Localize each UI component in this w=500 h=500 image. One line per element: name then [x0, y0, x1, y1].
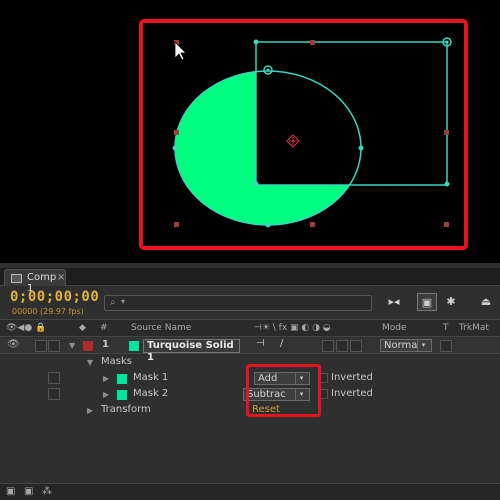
inverted-label: Inverted — [331, 388, 373, 399]
blend-mode-dropdown[interactable]: Norma ▾ — [380, 339, 432, 352]
mask-vertex — [445, 40, 449, 44]
layer-number: 1 — [102, 339, 109, 350]
flowchart-button[interactable]: ▸◂ — [384, 293, 404, 311]
mask-vertex — [265, 222, 271, 228]
blend-mode-value: Norma — [384, 340, 418, 351]
mask-lock-toggle[interactable] — [48, 372, 60, 384]
chevron-down-icon: ▾ — [417, 340, 429, 351]
layer-label-color[interactable] — [83, 341, 93, 351]
mask-color-swatch[interactable] — [117, 374, 127, 384]
layer-handle — [310, 222, 315, 227]
anchor-point-icon — [286, 134, 300, 148]
mask-name[interactable]: Mask 2 — [133, 388, 168, 399]
mask-vertex — [358, 145, 364, 151]
expand-masks-icon[interactable]: ▼ — [87, 358, 93, 367]
transform-row[interactable]: ▶ Transform Reset — [0, 403, 500, 419]
motion-blur-switch[interactable] — [350, 340, 362, 352]
mouse-cursor-icon — [174, 41, 187, 61]
audio-toggle[interactable] — [35, 340, 47, 352]
composition-icon — [11, 274, 22, 283]
search-icon: ⌕ — [110, 297, 116, 308]
current-time-display[interactable]: 0;00;00;00 — [10, 289, 99, 305]
mask-color-swatch[interactable] — [117, 390, 127, 400]
collapse-transform-switch[interactable]: ⊣ — [256, 338, 265, 349]
mask-name[interactable]: Mask 1 — [133, 372, 168, 383]
layer-handle — [444, 130, 449, 135]
layer-source-color — [129, 341, 139, 351]
draft-3d-button[interactable]: ▣ — [417, 293, 437, 311]
timeline-footer: ▣ ▣ ⁂ — [0, 483, 500, 500]
transform-label: Transform — [101, 404, 151, 415]
panel-tab-bar: Comp 1 × — [0, 268, 500, 294]
av-switches-icon: 👁◀● 🔒 — [6, 323, 47, 333]
layer-handle — [174, 222, 179, 227]
solid-layer-shape — [175, 71, 361, 225]
expand-transform-icon[interactable]: ▶ — [87, 406, 93, 415]
transform-reset-link[interactable]: Reset — [252, 404, 280, 415]
mask-vertex — [266, 68, 270, 72]
preserve-transparency-toggle[interactable] — [440, 340, 452, 352]
column-mode[interactable]: Mode — [382, 323, 407, 333]
mask-vertex — [253, 181, 259, 187]
close-icon[interactable]: × — [57, 272, 65, 283]
layer-row[interactable]: 👁 ▼ 1 Turquoise Solid 1 ⊣ / Norma ▾ — [0, 338, 500, 363]
frame-blend-switch[interactable] — [336, 340, 348, 352]
effect-switch[interactable] — [322, 340, 334, 352]
toggle-switches-icon[interactable]: ▣ — [6, 486, 15, 497]
chevron-down-icon[interactable]: ▾ — [121, 297, 125, 306]
frame-rate-label: 00000 (29.97 fps) — [12, 307, 84, 316]
toggle-modes-icon[interactable]: ▣ — [24, 486, 33, 497]
mask-vertex — [253, 39, 259, 45]
column-hash: # — [100, 323, 108, 333]
composition-viewer[interactable] — [0, 0, 500, 263]
mask-lock-toggle[interactable] — [48, 388, 60, 400]
column-t: T — [443, 323, 449, 333]
column-source-name[interactable]: Source Name — [131, 323, 191, 333]
expand-mask-icon[interactable]: ▶ — [103, 374, 109, 383]
timeline-column-headers: 👁◀● 🔒 ◆ # Source Name ⊣☀ \ fx ▣ ◐ ◑ ◒ Mo… — [0, 319, 500, 337]
layer-name[interactable]: Turquoise Solid 1 — [143, 339, 240, 363]
tab-comp-1[interactable]: Comp 1 × — [4, 269, 66, 294]
layer-handle — [310, 40, 315, 45]
column-trkmat[interactable]: TrkMat — [459, 323, 489, 333]
quality-switch[interactable]: / — [280, 338, 283, 349]
masks-label: Masks — [101, 356, 132, 367]
column-switches: ⊣☀ \ fx ▣ ◐ ◑ ◒ — [254, 323, 331, 333]
motion-blur-button[interactable]: ⏏ — [476, 293, 496, 311]
composition-canvas[interactable] — [0, 0, 500, 263]
solo-toggle[interactable] — [48, 340, 60, 352]
mask-vertex — [444, 181, 450, 187]
expand-mask-icon[interactable]: ▶ — [103, 390, 109, 399]
expand-layer-icon[interactable]: ▼ — [69, 341, 75, 350]
eye-icon[interactable]: 👁 — [7, 339, 20, 350]
shy-layers-button[interactable]: ✱ — [441, 293, 461, 311]
layer-handle — [444, 222, 449, 227]
search-input[interactable]: ⌕ ▾ — [104, 295, 372, 311]
mask-vertex — [172, 145, 178, 151]
inverted-label: Inverted — [331, 372, 373, 383]
label-icon: ◆ — [79, 323, 86, 333]
toggle-in-out-icon[interactable]: ⁂ — [42, 486, 52, 497]
layer-handle — [174, 130, 179, 135]
